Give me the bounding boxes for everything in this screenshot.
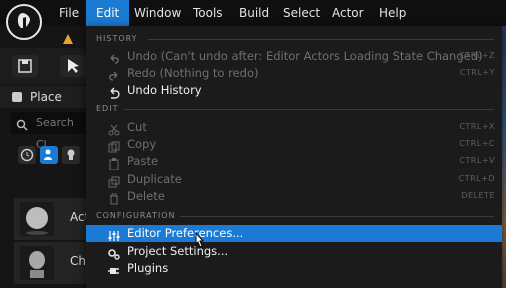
undo-icon	[108, 50, 120, 64]
menu-item-project-settings[interactable]: Project Settings...	[86, 243, 502, 260]
menu-item-editor-preferences[interactable]: Editor Preferences...	[86, 225, 502, 242]
menu-item-copy[interactable]: Copy CTRL+C	[86, 136, 502, 153]
menu-item-cut[interactable]: Cut CTRL+X	[86, 119, 502, 136]
history-icon	[108, 84, 120, 99]
menu-build[interactable]: Build	[233, 0, 275, 26]
sphere-thumbnail-icon	[20, 202, 54, 236]
section-history-heading: HISTORY	[96, 34, 138, 43]
shortcut-label: CTRL+Z	[459, 51, 495, 60]
section-edit-heading: EDIT	[96, 104, 119, 113]
copy-icon	[108, 138, 120, 153]
character-thumbnail-icon	[20, 246, 54, 280]
menu-item-label: Delete	[127, 189, 165, 203]
recent-clock-icon[interactable]	[18, 146, 36, 164]
menu-item-redo[interactable]: Redo (Nothing to redo) CTRL+Y	[86, 65, 502, 82]
menu-item-label: Duplicate	[127, 172, 182, 186]
menu-item-label: Undo (Can't undo after: Editor Actors Lo…	[127, 49, 483, 63]
actor-list: Act Cha	[14, 198, 94, 288]
redo-icon	[108, 67, 120, 81]
mode-select-icon[interactable]	[60, 55, 86, 77]
place-actors-tab[interactable]: Place Actor	[0, 86, 90, 126]
menu-item-label: Project Settings...	[127, 244, 229, 258]
menu-bar: File Edit Window Tools Build Select Acto…	[0, 0, 506, 40]
menu-item-label: Copy	[127, 137, 157, 151]
menu-help[interactable]: Help	[373, 0, 412, 26]
shortcut-label: CTRL+C	[459, 139, 495, 148]
paste-icon	[108, 155, 120, 171]
menu-item-label: Plugins	[127, 261, 169, 275]
menu-edit[interactable]: Edit	[86, 0, 130, 26]
section-divider	[124, 109, 494, 110]
section-divider	[180, 216, 494, 217]
shortcut-label: CTRL+Y	[459, 68, 495, 77]
menu-select[interactable]: Select	[277, 0, 326, 26]
delete-icon	[108, 190, 120, 205]
menu-window[interactable]: Window	[128, 0, 187, 26]
shortcut-label: CTRL+V	[459, 156, 495, 165]
gears-icon	[108, 245, 120, 260]
menu-item-label: Cut	[127, 120, 147, 134]
list-item[interactable]: Cha	[14, 242, 94, 284]
search-icon	[16, 117, 28, 139]
place-actors-icon	[12, 92, 22, 102]
menu-item-label: Undo History	[127, 83, 202, 97]
shortcut-label: CTRL+X	[459, 122, 495, 131]
menu-item-undo-history[interactable]: Undo History	[86, 82, 502, 99]
menu-item-label: Paste	[127, 154, 159, 168]
shortcut-label: DELETE	[461, 191, 495, 200]
duplicate-icon	[108, 173, 120, 188]
basic-actors-icon[interactable]	[40, 146, 58, 164]
edit-menu-dropdown: HISTORY Undo (Can't undo after: Editor A…	[86, 26, 502, 288]
menu-item-paste[interactable]: Paste CTRL+V	[86, 153, 502, 171]
plug-icon	[108, 262, 120, 274]
unreal-logo[interactable]	[6, 4, 42, 40]
shortcut-label: CTRL+D	[458, 174, 495, 183]
menu-item-label: Redo (Nothing to redo)	[127, 66, 259, 80]
list-item[interactable]: Act	[14, 198, 94, 240]
menu-item-undo[interactable]: Undo (Can't undo after: Editor Actors Lo…	[86, 48, 502, 65]
save-icon[interactable]	[12, 55, 38, 77]
menu-item-plugins[interactable]: Plugins	[86, 260, 502, 277]
mouse-cursor-icon	[192, 231, 206, 256]
section-configuration-heading: CONFIGURATION	[96, 211, 176, 220]
cut-icon	[108, 121, 120, 136]
search-classes-input[interactable]: Search Cl	[10, 112, 88, 151]
menu-item-delete[interactable]: Delete DELETE	[86, 188, 502, 205]
warning-icon	[62, 30, 74, 44]
menu-item-duplicate[interactable]: Duplicate CTRL+D	[86, 171, 502, 188]
menu-file[interactable]: File	[53, 0, 85, 26]
menu-tools[interactable]: Tools	[187, 0, 229, 26]
menu-actor[interactable]: Actor	[326, 0, 370, 26]
sliders-icon	[108, 227, 120, 241]
menu-item-label: Editor Preferences...	[127, 226, 244, 240]
lights-bulb-icon[interactable]	[62, 146, 80, 164]
section-divider	[148, 39, 494, 40]
